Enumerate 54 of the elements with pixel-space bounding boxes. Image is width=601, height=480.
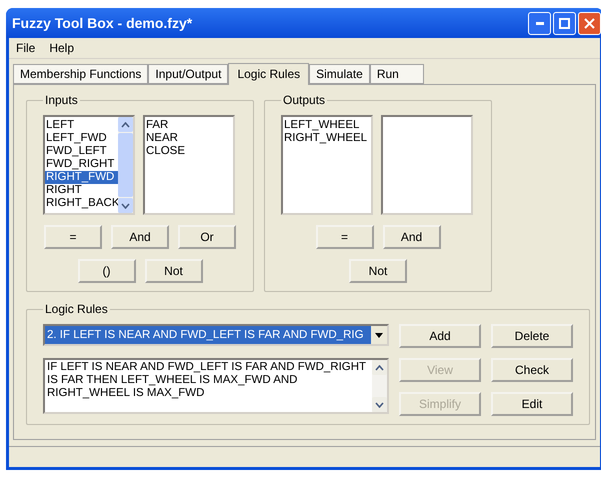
operator-button[interactable]: = — [44, 225, 102, 249]
menu-item[interactable]: File — [16, 41, 36, 55]
group-title: Inputs — [44, 93, 79, 107]
list-item[interactable]: LEFT_WHEEL — [283, 119, 371, 132]
scroll-up-icon[interactable] — [121, 122, 130, 128]
list-item[interactable]: FWD_RIGHT — [45, 158, 118, 171]
rule-button[interactable]: Edit — [491, 392, 573, 416]
minimize-button[interactable] — [528, 12, 551, 34]
term-list[interactable]: FAR NEAR CLOSE — [143, 115, 235, 215]
list-item[interactable]: NEAR — [145, 132, 233, 145]
tab[interactable]: Run — [370, 64, 424, 84]
list-item[interactable]: LEFT — [45, 119, 118, 132]
list-item[interactable]: FAR — [145, 119, 233, 132]
operator-button[interactable]: And — [382, 225, 440, 249]
tab[interactable]: Logic Rules — [228, 63, 310, 85]
list-item[interactable]: RIGHT_BACK — [45, 197, 118, 210]
maximize-icon — [559, 18, 570, 28]
tab[interactable]: Input/Output — [148, 64, 228, 84]
maximize-button[interactable] — [553, 12, 576, 34]
rule-button[interactable]: Check — [491, 358, 573, 382]
list-item[interactable]: RIGHT_WHEEL — [283, 132, 371, 145]
operator-button[interactable]: Or — [178, 225, 236, 249]
input-variable-list[interactable]: LEFT LEFT_FWD FWD_LEFT FWD_RIGHT RIGHT_FWD RIGHT RIGHT_BACK — [43, 115, 135, 215]
tab[interactable]: Simulate — [309, 64, 370, 84]
list-item[interactable]: LEFT_FWD — [45, 132, 118, 145]
rule-button[interactable]: Delete — [491, 324, 573, 348]
dropdown-arrow-icon[interactable] — [375, 332, 383, 338]
minimize-icon — [536, 22, 544, 24]
scroll-up-icon[interactable] — [375, 364, 384, 370]
rule-text-area[interactable]: IF LEFT IS NEAR AND FWD_LEFT IS FAR AND FWD_RIGHT IS FAR THEN LEFT_WHEEL IS MAX_FWD AND RIGHT_WHEEL IS MAX_FWD — [43, 358, 389, 414]
list-item[interactable]: RIGHT_FWD — [45, 171, 118, 184]
scroll-down-icon[interactable] — [375, 402, 384, 408]
list-item[interactable]: FWD_LEFT — [45, 145, 118, 158]
rule-dropdown[interactable]: 2. IF LEFT IS NEAR AND FWD_LEFT IS FAR AND FWD_RIG — [43, 324, 389, 346]
close-icon — [584, 18, 595, 28]
list-item[interactable]: RIGHT — [45, 184, 118, 197]
scrollbar[interactable] — [118, 117, 133, 213]
tab[interactable]: Membership Functions — [13, 64, 148, 84]
operator-button[interactable]: Not — [349, 259, 407, 283]
rule-button[interactable]: Add — [399, 324, 481, 348]
list-item[interactable]: CLOSE — [145, 145, 233, 158]
operator-button[interactable]: Not — [144, 259, 202, 283]
close-button[interactable] — [578, 12, 601, 34]
operator-button[interactable]: And — [111, 225, 169, 249]
scrollbar[interactable] — [372, 360, 387, 412]
window-title: Fuzzy Tool Box - demo.fzy* — [12, 15, 194, 31]
scroll-down-icon[interactable] — [121, 202, 130, 208]
output-variable-list[interactable]: LEFT_WHEEL RIGHT_WHEEL — [281, 115, 373, 215]
menu-item[interactable]: Help — [49, 41, 74, 55]
output-term-list[interactable] — [381, 115, 473, 215]
group-title: Logic Rules — [44, 302, 109, 316]
group-title: Outputs — [282, 93, 326, 107]
operator-button[interactable]: () — [78, 259, 136, 283]
operator-button[interactable]: = — [316, 225, 374, 249]
